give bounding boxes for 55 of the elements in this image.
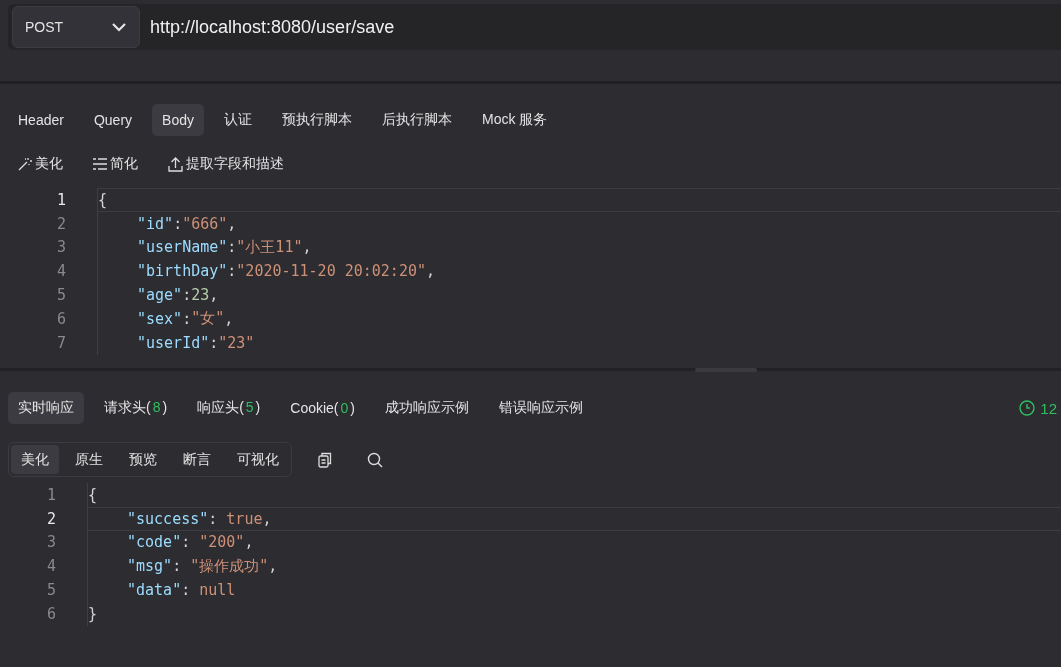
clock-icon — [1019, 400, 1036, 416]
line-number: 5 — [55, 286, 66, 305]
format-tool[interactable]: 美化 — [18, 155, 63, 173]
line-number: 3 — [55, 238, 66, 257]
request-tab[interactable]: Query — [83, 104, 143, 136]
code-line: "msg": "操作成功", — [87, 554, 1061, 579]
line-number: 5 — [45, 581, 56, 600]
code-line: "id":"666", — [97, 211, 1061, 236]
line-number: 1 — [45, 485, 56, 504]
line-number: 4 — [45, 557, 56, 576]
code-line: "birthDay":"2020-11-20 20:02:20", — [97, 259, 1061, 284]
view-mode-tab[interactable]: 原生 — [65, 445, 113, 474]
search-icon — [367, 451, 383, 468]
view-mode-tab[interactable]: 预览 — [119, 445, 167, 474]
code-line: "userId":"23" — [97, 330, 1061, 355]
magic-wand-icon — [18, 157, 32, 171]
line-number: 2 — [45, 509, 56, 528]
line-number: 6 — [45, 604, 56, 623]
line-number: 2 — [55, 214, 66, 233]
list-icon — [93, 158, 107, 170]
view-mode-tab[interactable]: 可视化 — [227, 445, 289, 474]
request-tab[interactable]: 认证 — [213, 104, 262, 136]
code-line: "userName":"小王11", — [97, 235, 1061, 260]
request-tab[interactable]: Body — [152, 104, 204, 136]
code-line: "data": null — [87, 578, 1061, 602]
url-field[interactable]: POST http://localhost:8080/user/save — [8, 4, 1061, 50]
chevron-down-icon — [111, 22, 127, 32]
code-line: "age":23, — [97, 283, 1061, 307]
code-line: } — [87, 602, 1061, 626]
method-dropdown[interactable]: POST — [12, 6, 140, 48]
copy-icon — [318, 451, 332, 468]
response-tab[interactable]: 错误响应示例 — [489, 392, 593, 424]
upload-icon — [168, 156, 183, 172]
line-number: 4 — [55, 262, 66, 281]
response-time: 12 — [1040, 399, 1057, 417]
request-tab[interactable]: Mock 服务 — [471, 104, 558, 136]
code-line: "code": "200", — [87, 530, 1061, 555]
view-mode-tab[interactable]: 美化 — [11, 445, 59, 474]
view-mode-tab[interactable]: 断言 — [173, 445, 221, 474]
request-tab[interactable]: Header — [8, 104, 74, 136]
format-tool[interactable]: 提取字段和描述 — [168, 155, 284, 173]
code-line: "sex":"女", — [97, 307, 1061, 331]
code-line: { — [87, 483, 1061, 507]
format-tool[interactable]: 简化 — [93, 155, 138, 173]
line-number: 1 — [55, 190, 66, 209]
response-tab[interactable]: 请求头(8) — [94, 392, 178, 424]
response-tab[interactable]: 实时响应 — [8, 392, 84, 424]
line-number: 7 — [55, 333, 66, 352]
response-tab[interactable]: 响应头(5) — [187, 392, 271, 424]
response-tab[interactable]: Cookie(0) — [280, 392, 365, 424]
request-tab[interactable]: 预执行脚本 — [271, 104, 362, 136]
request-tab[interactable]: 后执行脚本 — [371, 104, 462, 136]
response-tab[interactable]: 成功响应示例 — [375, 392, 479, 424]
line-number: 6 — [55, 309, 66, 328]
line-number: 3 — [45, 533, 56, 552]
